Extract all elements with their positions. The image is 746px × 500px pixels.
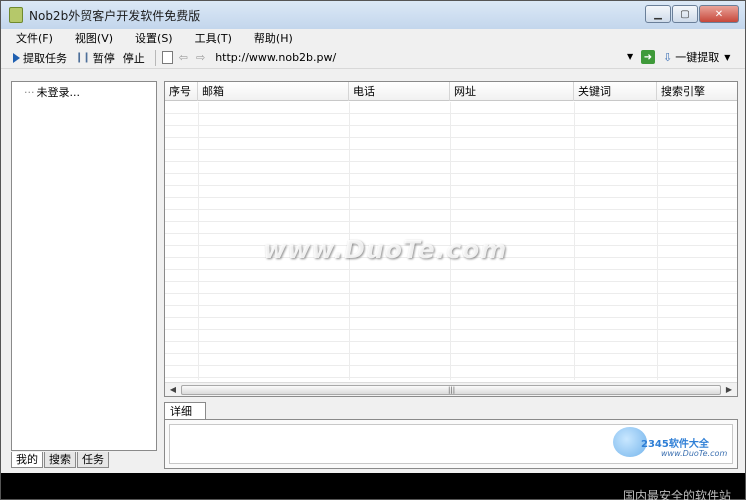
toolbar-separator bbox=[154, 49, 156, 66]
minimize-icon: ▁ bbox=[654, 8, 662, 20]
menu-settings[interactable]: 设置(S) bbox=[132, 29, 176, 47]
close-icon: ✕ bbox=[714, 8, 724, 20]
title-bar[interactable]: Nob2b外贸客户开发软件免费版 ▁ ▢ ✕ bbox=[1, 1, 745, 29]
tab-detail[interactable]: 详细 bbox=[164, 402, 206, 420]
tab-search[interactable]: 搜索 bbox=[44, 452, 76, 468]
stop-button[interactable]: 停止 bbox=[123, 50, 145, 66]
close-button[interactable]: ✕ bbox=[699, 5, 739, 23]
grid-column-line bbox=[657, 102, 658, 380]
extract-icon: ⇩ bbox=[663, 50, 673, 64]
scroll-left-icon[interactable]: ◀ bbox=[167, 384, 179, 396]
one-click-extract-label: 一键提取 bbox=[675, 51, 720, 64]
app-icon bbox=[9, 7, 23, 23]
extract-task-button[interactable]: 提取任务 bbox=[13, 50, 67, 66]
chevron-down-icon: ▼ bbox=[724, 52, 731, 62]
column-header-phone[interactable]: 电话 bbox=[349, 82, 450, 101]
watermark-slogan: 国内最安全的软件站 bbox=[623, 489, 732, 500]
menu-view[interactable]: 视图(V) bbox=[72, 29, 116, 47]
go-arrow-icon[interactable]: ➜ bbox=[641, 50, 655, 64]
pause-button[interactable]: ❙❙ 暂停 bbox=[75, 50, 115, 66]
url-dropdown-icon[interactable]: ▼ bbox=[627, 52, 633, 61]
column-header-keyword[interactable]: 关键词 bbox=[574, 82, 657, 101]
pause-icon: ❙❙ bbox=[75, 52, 91, 63]
toolbar: 提取任务 ❙❙ 暂停 停止 ⇦ ⇨ http://www.nob2b.pw/ ▼… bbox=[1, 47, 745, 69]
scrollbar-thumb[interactable]: ||| bbox=[181, 385, 721, 395]
scroll-right-icon[interactable]: ▶ bbox=[723, 384, 735, 396]
watermark-brand: 2345软件大全 bbox=[641, 439, 709, 450]
back-arrow-icon[interactable]: ⇦ bbox=[179, 51, 188, 64]
grid-header: 序号 邮箱 电话 网址 关键词 搜索引擎 bbox=[165, 82, 737, 101]
tree-item-not-logged-in[interactable]: ··· 未登录... bbox=[24, 84, 80, 100]
watermark-url: www.DuoTe.com bbox=[661, 449, 728, 458]
left-panel-tabs: 我的 搜索 任务 bbox=[11, 452, 110, 468]
maximize-button[interactable]: ▢ bbox=[672, 5, 698, 23]
tab-mine[interactable]: 我的 bbox=[11, 452, 43, 468]
menu-file[interactable]: 文件(F) bbox=[13, 29, 56, 47]
column-header-website[interactable]: 网址 bbox=[450, 82, 574, 101]
column-header-email[interactable]: 邮箱 bbox=[198, 82, 349, 101]
grid-column-line bbox=[198, 102, 199, 380]
stop-label: 停止 bbox=[122, 51, 145, 65]
column-header-index[interactable]: 序号 bbox=[165, 82, 198, 101]
pause-label: 暂停 bbox=[92, 51, 115, 65]
column-header-search-engine[interactable]: 搜索引擎 bbox=[657, 82, 737, 101]
tree-item-label: 未登录... bbox=[36, 86, 81, 99]
menu-bar: 文件(F) 视图(V) 设置(S) 工具(T) 帮助(H) bbox=[1, 29, 745, 47]
extract-task-label: 提取任务 bbox=[23, 51, 67, 65]
horizontal-scrollbar[interactable]: ◀ ||| ▶ bbox=[165, 382, 737, 396]
tree-panel[interactable]: ··· 未登录... bbox=[11, 81, 157, 451]
window-title: Nob2b外贸客户开发软件免费版 bbox=[29, 8, 201, 23]
grip-icon: ||| bbox=[448, 386, 456, 394]
one-click-extract-button[interactable]: ⇩ 一键提取 ▼ bbox=[663, 49, 730, 65]
menu-help[interactable]: 帮助(H) bbox=[251, 29, 296, 47]
document-icon[interactable] bbox=[161, 51, 173, 64]
tree-connector: ··· bbox=[24, 86, 35, 99]
grid-column-line bbox=[574, 102, 575, 380]
app-window: Nob2b外贸客户开发软件免费版 ▁ ▢ ✕ 文件(F) 视图(V) 设置(S)… bbox=[0, 0, 746, 500]
minimize-button[interactable]: ▁ bbox=[645, 5, 671, 23]
maximize-icon: ▢ bbox=[680, 8, 690, 20]
watermark-duote: www.DuoTe.com bbox=[263, 235, 508, 264]
forward-arrow-icon[interactable]: ⇨ bbox=[196, 51, 205, 64]
play-icon bbox=[13, 52, 20, 63]
url-input[interactable]: http://www.nob2b.pw/ bbox=[215, 51, 336, 64]
tab-tasks[interactable]: 任务 bbox=[77, 452, 109, 468]
window-controls: ▁ ▢ ✕ bbox=[644, 5, 739, 23]
menu-tools[interactable]: 工具(T) bbox=[192, 29, 235, 47]
